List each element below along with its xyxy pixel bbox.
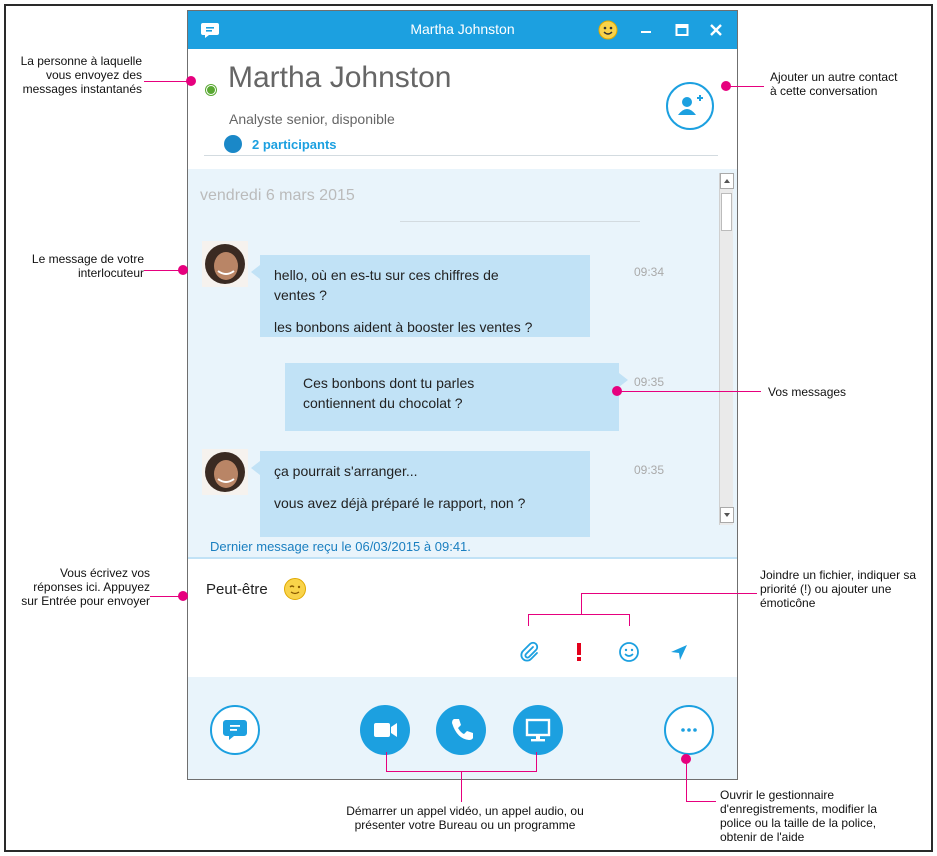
chat-scrollbar[interactable]	[719, 173, 734, 525]
participants-icon	[224, 135, 242, 153]
annotation-line	[528, 614, 630, 615]
annotation-more: Ouvrir le gestionnaire d'enregistrements…	[720, 788, 878, 844]
bottom-toolbar	[188, 677, 737, 779]
annotation-dot	[186, 76, 196, 86]
last-message-text: Dernier message reçu le 06/03/2015 à 09:…	[210, 539, 471, 554]
presence-status-icon	[206, 85, 216, 95]
annotation-line	[730, 86, 764, 87]
annotation-line	[629, 614, 630, 626]
incoming-message-bubble: hello, où en es-tu sur ces chiffres de v…	[251, 255, 590, 337]
annotation-line	[144, 270, 181, 271]
annotation-line	[144, 81, 189, 82]
contact-subtitle: Analyste senior, disponible	[229, 111, 395, 127]
annotation-dot	[178, 265, 188, 275]
annotation-write-here: Vous écrivez vos réponses ici. Appuyez s…	[21, 566, 150, 608]
audio-call-button[interactable]	[436, 705, 486, 755]
add-person-icon	[678, 95, 703, 115]
participants-link[interactable]: 2 participants	[224, 134, 337, 154]
more-options-button[interactable]	[664, 705, 714, 755]
minimize-icon[interactable]	[636, 20, 656, 40]
annotation-calls: Démarrer un appel vidéo, un appel audio,…	[346, 804, 584, 832]
avatar	[202, 241, 248, 287]
annotation-dot	[178, 591, 188, 601]
more-icon	[681, 728, 697, 732]
screen-share-icon	[525, 718, 551, 742]
participants-label: 2 participants	[252, 136, 337, 152]
message-text: ça pourrait s'arranger...	[274, 463, 418, 479]
annotation-add-contact: Ajouter un autre contact à cette convers…	[770, 70, 898, 98]
title-bar: Martha Johnston	[188, 11, 737, 49]
im-icon	[223, 720, 247, 740]
message-text: vous avez déjà préparé le rapport, non ?	[274, 495, 526, 511]
add-contact-button[interactable]	[666, 82, 714, 130]
last-message-status: Dernier message reçu le 06/03/2015 à 09:…	[188, 537, 737, 559]
annotation-line	[150, 596, 181, 597]
video-icon	[374, 723, 397, 737]
phone-icon	[452, 719, 473, 740]
scroll-down-icon[interactable]	[720, 507, 734, 523]
annotation-line	[536, 752, 537, 772]
message-text: Ces bonbons dont tu parles contiennent d…	[303, 375, 475, 411]
annotation-line	[581, 593, 582, 614]
annotation-line	[461, 771, 462, 802]
annotation-line	[386, 752, 387, 772]
annotation-line	[581, 593, 757, 594]
outgoing-message-bubble: Ces bonbons dont tu parles contiennent d…	[285, 363, 628, 431]
annotation-line	[528, 614, 529, 626]
annotation-line	[621, 391, 761, 392]
message-text: les bonbons aident à booster les ventes …	[274, 319, 533, 335]
contact-header: Martha Johnston Analyste senior, disponi…	[188, 49, 737, 169]
message-timestamp: 09:34	[634, 265, 665, 279]
annotation-attach: Joindre un fichier, indiquer sa priorité…	[760, 568, 917, 610]
close-icon[interactable]	[706, 20, 726, 40]
header-divider	[204, 155, 718, 156]
conversation-history: vendredi 6 mars 2015 hello, où en es-tu …	[188, 169, 737, 537]
wink-emoticon-icon	[284, 578, 306, 600]
emoticon-icon[interactable]	[618, 641, 640, 663]
present-screen-button[interactable]	[513, 705, 563, 755]
compose-area[interactable]: Peut-être	[188, 559, 737, 677]
priority-icon[interactable]	[568, 641, 590, 663]
annotation-line	[686, 763, 687, 802]
annotation-their-message: Le message de votre interlocuteur	[31, 252, 144, 280]
emoticon-icon[interactable]	[598, 20, 618, 40]
scrollbar-thumb[interactable]	[721, 193, 732, 231]
avatar	[202, 449, 248, 495]
paperclip-icon[interactable]	[518, 641, 540, 663]
im-button[interactable]	[210, 705, 260, 755]
contact-name[interactable]: Martha Johnston	[228, 61, 451, 95]
date-divider	[400, 221, 640, 222]
message-timestamp: 09:35	[634, 375, 665, 389]
message-text: hello, où en es-tu sur ces chiffres de v…	[274, 267, 499, 303]
conversation-window: Martha Johnston Martha Johnston Analyste…	[187, 10, 738, 780]
annotation-your-messages: Vos messages	[768, 385, 847, 399]
conversation-date: vendredi 6 mars 2015	[200, 187, 355, 204]
annotation-line	[686, 801, 716, 802]
compose-input[interactable]: Peut-être	[206, 581, 268, 598]
send-icon[interactable]	[668, 641, 690, 663]
message-timestamp: 09:35	[634, 463, 665, 477]
annotation-person: La personne à laquelle vous envoyez des …	[20, 54, 142, 96]
incoming-message-bubble: ça pourrait s'arranger... vous avez déjà…	[251, 451, 590, 537]
maximize-icon[interactable]	[672, 20, 692, 40]
video-call-button[interactable]	[360, 705, 410, 755]
scroll-up-icon[interactable]	[720, 173, 734, 189]
